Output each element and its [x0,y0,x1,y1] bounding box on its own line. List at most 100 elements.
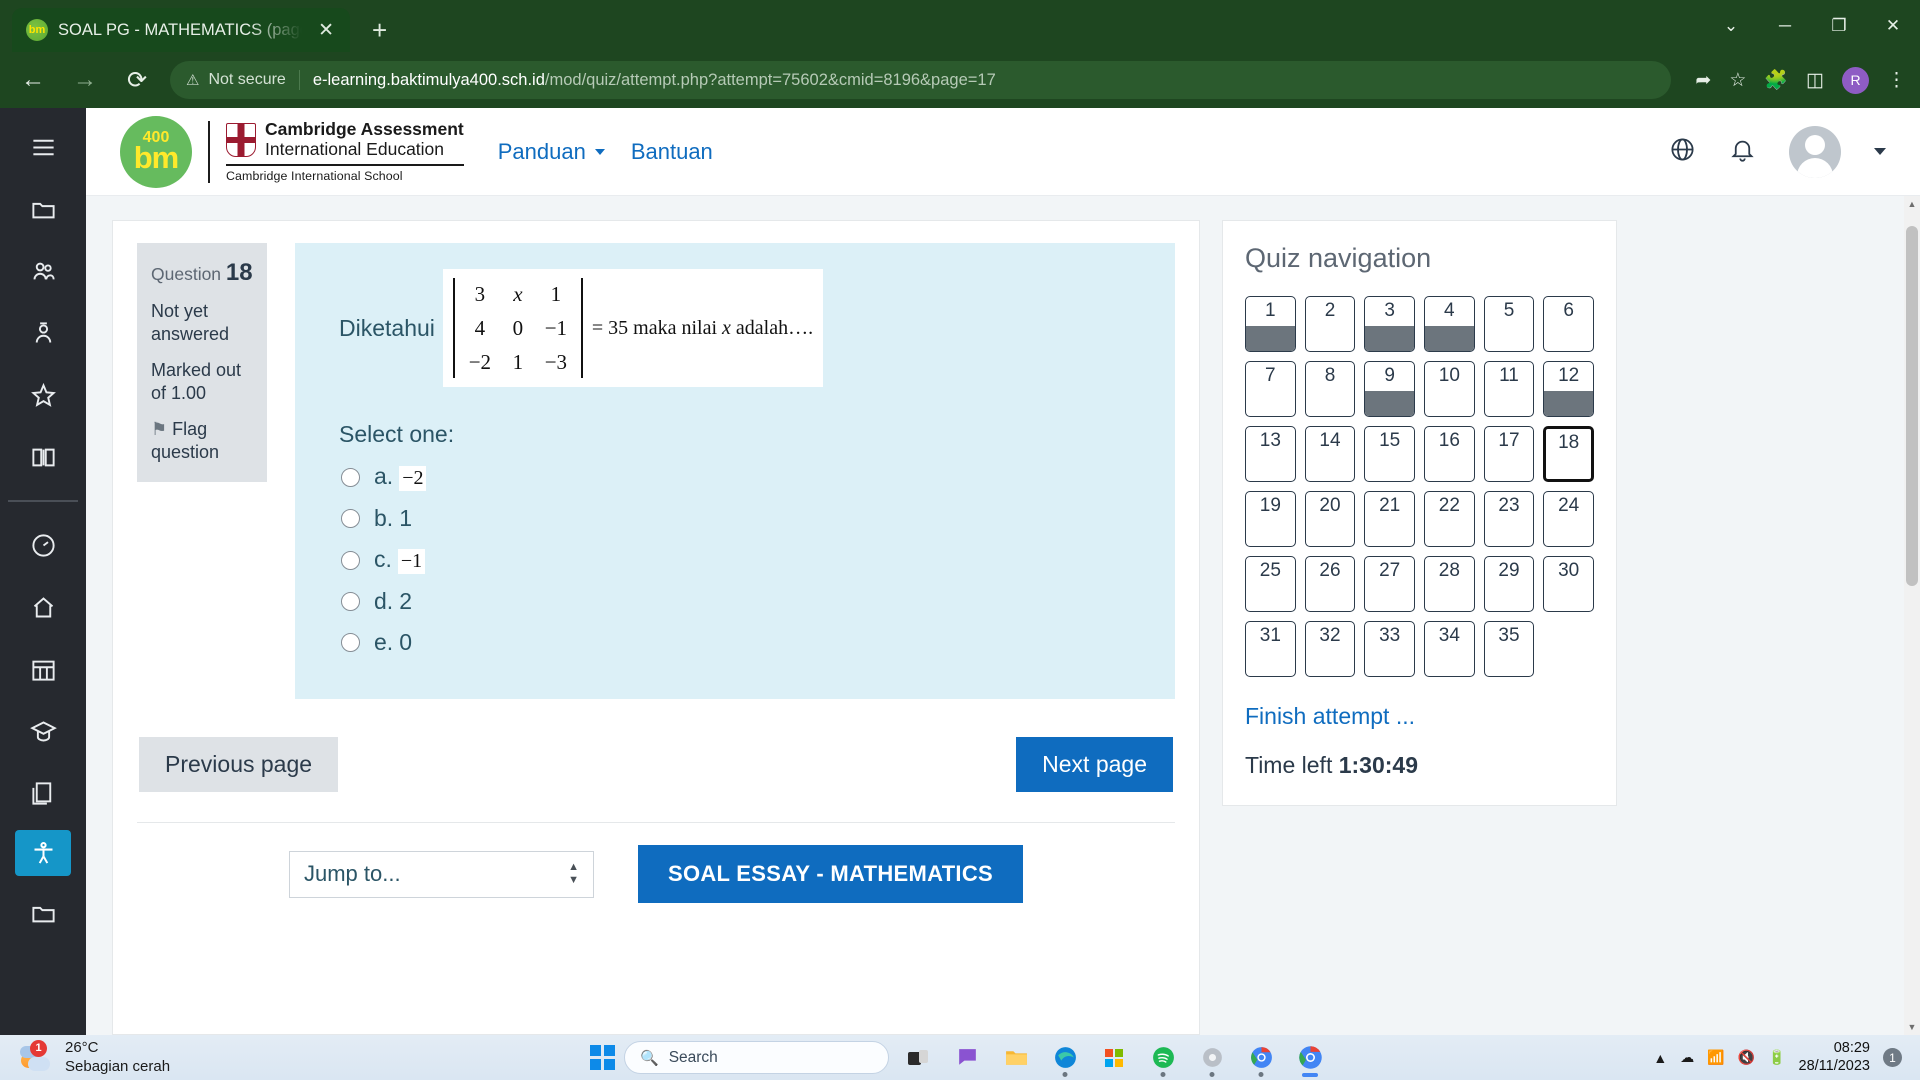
radio-button[interactable] [341,592,360,611]
accessibility-icon[interactable] [15,830,71,876]
quiz-nav-question-1[interactable]: 1 [1245,296,1296,352]
notification-count-badge[interactable]: 1 [1883,1048,1902,1067]
store-icon[interactable] [1094,1038,1134,1078]
dashboard-gauge-icon[interactable] [15,520,71,570]
quiz-nav-question-8[interactable]: 8 [1304,361,1356,417]
soal-essay-button[interactable]: SOAL ESSAY - MATHEMATICS [637,845,1024,903]
language-globe-icon[interactable] [1669,136,1696,168]
quiz-nav-question-16[interactable]: 16 [1424,426,1475,482]
star-icon[interactable] [15,370,71,420]
answer-option-e[interactable]: e. 0 [319,622,1151,663]
chrome-browser-active-icon[interactable] [1290,1038,1330,1078]
chat-teams-icon[interactable] [947,1038,987,1078]
volume-muted-icon[interactable]: 🔇 [1738,1049,1755,1066]
quiz-nav-question-25[interactable]: 25 [1245,556,1296,612]
radio-button[interactable] [341,550,360,570]
quiz-nav-question-19[interactable]: 19 [1245,491,1296,547]
badge-person-icon[interactable] [15,308,71,358]
quiz-nav-question-27[interactable]: 27 [1364,556,1415,612]
graduation-cap-icon[interactable] [15,706,71,756]
hamburger-menu-icon[interactable] [15,122,71,172]
page-scrollbar[interactable]: ▲ ▼ [1904,196,1920,1035]
bookmark-star-icon[interactable]: ☆ [1729,69,1746,92]
quiz-nav-question-24[interactable]: 24 [1543,491,1594,547]
radio-button[interactable] [341,633,360,652]
files-icon[interactable] [15,768,71,818]
close-icon[interactable]: ✕ [312,18,340,43]
forward-icon[interactable]: → [66,66,104,94]
quiz-nav-question-9[interactable]: 9 [1364,361,1415,417]
quiz-nav-question-3[interactable]: 3 [1364,296,1415,352]
sidepanel-icon[interactable]: ◫ [1806,69,1824,92]
quiz-nav-question-29[interactable]: 29 [1483,556,1535,612]
battery-icon[interactable]: 🔋 [1768,1049,1785,1066]
folder-icon[interactable] [15,184,71,234]
scroll-down-icon[interactable]: ▼ [1904,1019,1920,1035]
quiz-nav-question-21[interactable]: 21 [1364,491,1415,547]
quiz-nav-question-33[interactable]: 33 [1364,621,1415,677]
next-page-button[interactable]: Next page [1016,737,1173,792]
quiz-nav-question-22[interactable]: 22 [1424,491,1475,547]
onedrive-icon[interactable]: ☁ [1680,1049,1694,1066]
quiz-nav-question-5[interactable]: 5 [1483,296,1535,352]
scrollbar-thumb[interactable] [1906,226,1918,586]
quiz-nav-question-13[interactable]: 13 [1245,426,1296,482]
calendar-grid-icon[interactable] [15,644,71,694]
folder-bottom-icon[interactable] [15,888,71,938]
file-explorer-icon[interactable] [996,1038,1036,1078]
jump-to-select[interactable]: Jump to... ▲ ▼ [288,850,594,898]
previous-page-button[interactable]: Previous page [139,737,339,792]
back-icon[interactable]: ← [14,66,52,94]
wifi-icon[interactable]: 📶 [1707,1049,1724,1066]
task-view-icon[interactable] [898,1038,938,1078]
browser-tab[interactable]: bm SOAL PG - MATHEMATICS (page ✕ [12,8,350,52]
user-avatar[interactable] [1789,125,1841,178]
quiz-nav-question-26[interactable]: 26 [1304,556,1356,612]
settings-gear-icon[interactable] [1192,1038,1232,1078]
quiz-nav-question-20[interactable]: 20 [1304,491,1356,547]
finish-attempt-link[interactable]: Finish attempt ... [1245,703,1415,730]
extensions-puzzle-icon[interactable]: 🧩 [1764,68,1788,92]
quiz-nav-question-35[interactable]: 35 [1483,621,1535,677]
reload-icon[interactable]: ⟳ [118,66,156,95]
maximize-button[interactable]: ❐ [1812,0,1866,52]
quiz-nav-question-34[interactable]: 34 [1424,621,1475,677]
profile-avatar[interactable]: R [1842,66,1869,94]
flag-question-button[interactable]: ⚑ Flag question [151,418,253,464]
home-icon[interactable] [15,582,71,632]
quiz-nav-question-30[interactable]: 30 [1543,556,1594,612]
quiz-nav-question-28[interactable]: 28 [1424,556,1475,612]
scroll-up-icon[interactable]: ▲ [1904,196,1920,212]
radio-button[interactable] [341,467,360,487]
quiz-nav-question-15[interactable]: 15 [1364,426,1415,482]
close-window-button[interactable]: ✕ [1866,0,1920,52]
taskbar-search-input[interactable]: 🔍 Search [624,1041,889,1074]
quiz-nav-question-6[interactable]: 6 [1543,296,1594,352]
share-icon[interactable]: ➦ [1695,69,1711,92]
answer-option-d[interactable]: d. 2 [319,581,1151,622]
minimize-button[interactable]: ─ [1758,0,1812,52]
quiz-nav-question-4[interactable]: 4 [1424,296,1475,352]
quiz-nav-question-14[interactable]: 14 [1304,426,1356,482]
notification-bell-icon[interactable] [1729,136,1756,168]
quiz-nav-question-32[interactable]: 32 [1304,621,1356,677]
chevron-down-icon[interactable]: ⌄ [1704,0,1758,52]
nav-bantuan[interactable]: Bantuan [631,139,713,165]
radio-button[interactable] [341,509,360,528]
users-icon[interactable] [15,246,71,296]
school-logo[interactable]: 400 bm [120,115,192,188]
quiz-nav-question-10[interactable]: 10 [1424,361,1475,417]
quiz-nav-question-7[interactable]: 7 [1245,361,1296,417]
edge-browser-icon[interactable] [1045,1038,1085,1078]
weather-widget[interactable]: 1 26°C Sebagian cerah [10,1039,170,1076]
browser-menu-icon[interactable]: ⋮ [1887,69,1906,92]
answer-option-c[interactable]: c. −1 [319,539,1151,581]
quiz-nav-question-2[interactable]: 2 [1304,296,1356,352]
answer-option-b[interactable]: b. 1 [319,498,1151,539]
quiz-nav-question-31[interactable]: 31 [1245,621,1296,677]
quiz-nav-question-12[interactable]: 12 [1543,361,1594,417]
show-hidden-icons-chevron[interactable]: ▲ [1653,1050,1667,1066]
answer-option-a[interactable]: a. −2 [319,456,1151,498]
windows-start-icon[interactable] [590,1045,615,1070]
quiz-nav-question-17[interactable]: 17 [1483,426,1535,482]
